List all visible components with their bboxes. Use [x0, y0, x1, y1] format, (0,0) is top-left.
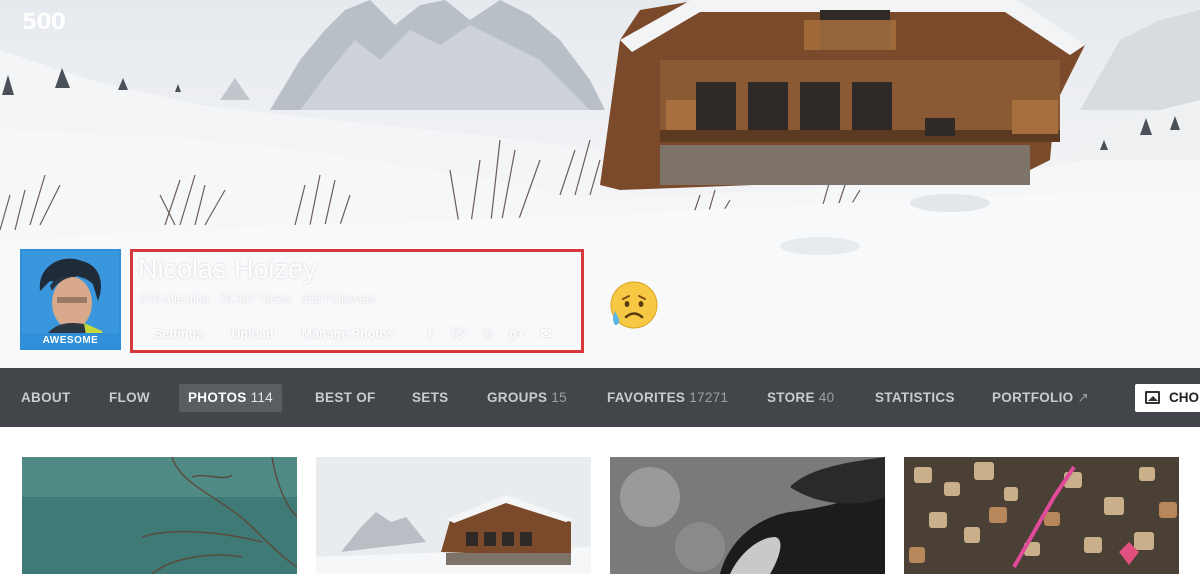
chalet-photo — [316, 457, 591, 574]
choose-cover-button[interactable]: CHO — [1135, 384, 1200, 412]
site-logo[interactable]: 500 — [22, 10, 66, 35]
profile-stats: 976 Affection 78,387 Views 353 Followers — [140, 292, 376, 306]
photo-thumbnail[interactable] — [610, 457, 885, 574]
tab-photos[interactable]: PHOTOS 114 — [179, 384, 282, 412]
avatar[interactable]: AWESOME — [20, 249, 121, 350]
views-count: 78,387 Views — [219, 292, 292, 306]
profile-actions: Settings Upload Manage Photos f 🐦︎ ℗ g+ … — [140, 320, 580, 348]
email-icon[interactable]: ✉ — [538, 326, 554, 342]
lake-branches-photo — [22, 457, 297, 574]
portrait-bw-photo — [610, 457, 885, 574]
tab-best-of[interactable]: BEST OF — [315, 384, 376, 412]
settings-button[interactable]: Settings — [140, 321, 217, 347]
profile-name: Nicolas Hoizey — [138, 254, 317, 284]
choose-cover-label: CHO — [1169, 390, 1199, 405]
photo-grid — [0, 427, 1200, 574]
sad-face-emoji — [610, 281, 658, 329]
tab-flow[interactable]: FLOW — [109, 384, 150, 412]
picture-icon — [1145, 391, 1160, 404]
tab-sets[interactable]: SETS — [412, 384, 448, 412]
tab-statistics[interactable]: STATISTICS — [875, 384, 955, 412]
profile-cover: 500 AWESOME Nicolas Hoizey 976 Affection… — [0, 0, 1200, 368]
love-locks-photo — [904, 457, 1179, 574]
groups-count: 15 — [551, 390, 567, 405]
social-links: f 🐦︎ ℗ g+ ✉ — [422, 326, 554, 342]
tab-about[interactable]: ABOUT — [21, 384, 71, 412]
photo-thumbnail[interactable] — [904, 457, 1179, 574]
google-plus-icon[interactable]: g+ — [509, 326, 525, 342]
facebook-icon[interactable]: f — [422, 326, 438, 342]
photos-count: 114 — [250, 390, 273, 405]
pinterest-icon[interactable]: ℗ — [480, 326, 496, 342]
chalet — [600, 0, 1085, 190]
favorites-count: 17271 — [689, 390, 729, 405]
photo-thumbnail[interactable] — [22, 457, 297, 574]
tab-favorites[interactable]: FAVORITES 17271 — [607, 384, 728, 412]
tab-groups[interactable]: GROUPS 15 — [487, 384, 567, 412]
twitter-icon[interactable]: 🐦︎ — [451, 326, 468, 342]
upload-button[interactable]: Upload — [217, 321, 287, 347]
store-count: 40 — [818, 390, 835, 405]
tab-portfolio[interactable]: PORTFOLIO ↗ — [992, 384, 1089, 412]
photo-thumbnail[interactable] — [316, 457, 591, 574]
followers-count[interactable]: 353 Followers — [301, 292, 376, 306]
avatar-badge: AWESOME — [22, 333, 119, 348]
external-link-icon: ↗ — [1077, 390, 1090, 405]
manage-photos-button[interactable]: Manage Photos — [288, 321, 408, 347]
affection-count: 976 Affection — [140, 292, 210, 306]
profile-nav: ABOUT FLOW PHOTOS 114 BEST OF SETS GROUPS… — [0, 368, 1200, 427]
tab-store[interactable]: STORE 40 — [767, 384, 834, 412]
